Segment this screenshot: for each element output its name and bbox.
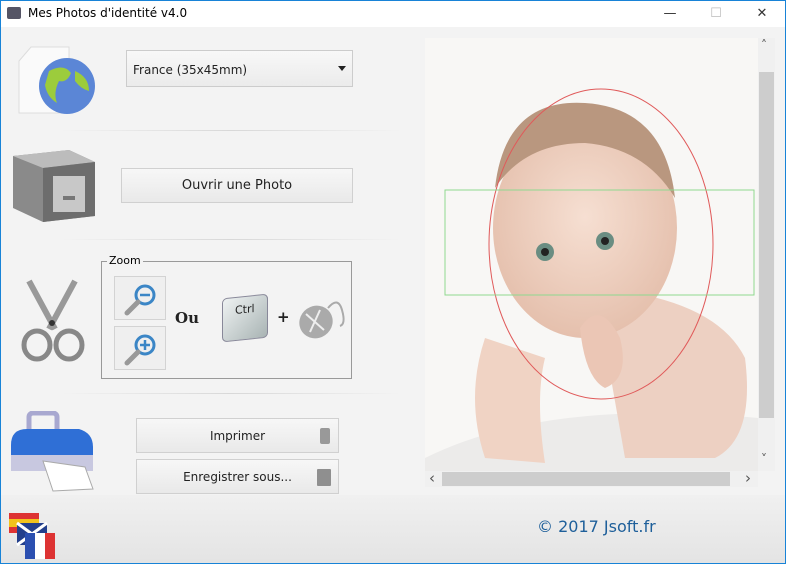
zoom-group: Zoom Ou Ctrl +: [101, 254, 352, 379]
save-as-label: Enregistrer sous...: [183, 470, 292, 484]
scroll-down-arrow[interactable]: ˅: [761, 452, 767, 466]
ctrl-key-label: Ctrl: [235, 301, 255, 318]
printer-icon: [11, 411, 94, 492]
vertical-scroll-thumb[interactable]: [759, 72, 774, 418]
format-dropdown[interactable]: France (35x45mm): [126, 50, 353, 87]
vertical-scrollbar[interactable]: ˄ ˅: [758, 38, 775, 471]
close-button[interactable]: ✕: [739, 1, 785, 27]
zoom-out-icon: [124, 284, 156, 316]
copyright-link[interactable]: © 2017 Jsoft.fr: [537, 517, 656, 536]
scroll-left-arrow[interactable]: ‹: [429, 469, 435, 487]
title-bar: Mes Photos d'identité v4.0 — ☐ ✕: [1, 1, 785, 27]
file-cabinet-icon: [13, 150, 95, 222]
divider: [61, 239, 401, 240]
format-selected: France (35x45mm): [133, 63, 248, 77]
scroll-up-arrow[interactable]: ˄: [761, 38, 767, 52]
zoom-legend: Zoom: [107, 254, 143, 267]
photo-preview[interactable]: [425, 38, 758, 471]
scissors-icon: [21, 279, 85, 362]
app-window: Mes Photos d'identité v4.0 — ☐ ✕ France …: [0, 0, 786, 564]
zoom-in-button[interactable]: [114, 326, 166, 370]
plus-label: +: [277, 308, 290, 326]
open-photo-button[interactable]: Ouvrir une Photo: [121, 168, 353, 203]
app-icon: [7, 7, 21, 19]
maximize-button[interactable]: ☐: [693, 1, 739, 27]
print-label: Imprimer: [209, 429, 266, 443]
zoom-in-icon: [124, 334, 156, 366]
floppy-disk-icon: [317, 469, 331, 486]
divider: [61, 393, 401, 394]
horizontal-scrollbar[interactable]: ‹ ›: [425, 469, 758, 487]
horizontal-scroll-thumb[interactable]: [442, 472, 730, 486]
divider: [61, 130, 401, 131]
save-as-button[interactable]: Enregistrer sous...: [136, 459, 339, 494]
zoom-out-button[interactable]: [114, 276, 166, 320]
baby-photo: [425, 38, 758, 471]
ctrl-key-icon: Ctrl: [222, 293, 268, 343]
print-button[interactable]: Imprimer: [136, 418, 339, 453]
language-flags-icon[interactable]: [7, 511, 59, 561]
globe-document-icon: [18, 46, 95, 114]
chevron-down-icon: [338, 66, 346, 71]
minimize-button[interactable]: —: [647, 1, 693, 27]
printer-small-icon: [320, 428, 330, 444]
window-title: Mes Photos d'identité v4.0: [28, 6, 188, 20]
footer: © 2017 Jsoft.fr: [1, 495, 785, 563]
or-label: Ou: [175, 309, 199, 327]
mouse-icon: [299, 301, 345, 339]
scroll-right-arrow[interactable]: ›: [745, 469, 751, 487]
